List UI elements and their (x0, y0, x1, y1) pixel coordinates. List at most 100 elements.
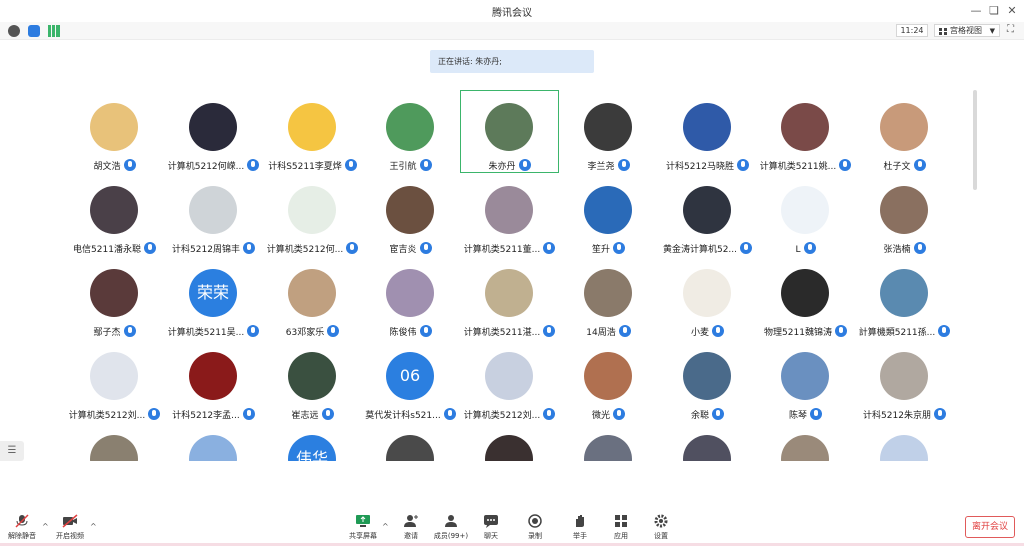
participant-tile[interactable]: 物理5211魏锦涛 (756, 256, 855, 339)
info-icon[interactable] (8, 25, 20, 37)
participant-tile[interactable]: 计算机类5212刘... (460, 339, 559, 422)
members-button[interactable]: 成员(99+) (431, 514, 471, 541)
participant-tile[interactable]: 计算机类5211董... (460, 173, 559, 256)
minimize-icon[interactable]: — (968, 3, 984, 19)
participant-avatar (781, 435, 829, 461)
participant-tile[interactable]: 陈俊伟 (361, 256, 460, 339)
chat-button[interactable]: 聊天 (471, 514, 511, 541)
participant-name: 陈琴 (788, 411, 807, 421)
participant-tile[interactable] (460, 422, 559, 461)
participant-tile[interactable]: 計算機類5211孫... (855, 256, 954, 339)
audio-options-chevron-icon[interactable]: ^ (42, 522, 49, 531)
restore-icon[interactable]: ❏ (986, 3, 1002, 19)
view-mode-select[interactable]: 宫格视图 ▼ (934, 24, 1000, 37)
participant-tile[interactable] (164, 422, 263, 461)
participant-tile[interactable]: 小麦 (658, 256, 757, 339)
participant-tile[interactable]: 计算机类5211湛... (460, 256, 559, 339)
invite-button[interactable]: 邀请 (391, 514, 431, 541)
grid-scrollbar[interactable] (973, 90, 977, 190)
record-button[interactable]: 录制 (515, 514, 555, 541)
apps-button[interactable]: 应用 (601, 514, 641, 541)
participant-tile[interactable]: 63邓家乐 (263, 256, 362, 339)
microphone-icon (344, 159, 357, 171)
speaking-indicator: 正在讲话: 朱亦丹; (430, 50, 594, 73)
fullscreen-icon[interactable]: ⛶ (1007, 24, 1019, 37)
participant-tile[interactable]: 黄金涛计算机52... (658, 173, 757, 256)
participant-tile[interactable]: 06 莫代发计科s521... (361, 339, 460, 422)
participant-tile[interactable] (559, 422, 658, 461)
participant-avatar (90, 103, 138, 151)
participant-tile[interactable]: 计科S5211李夏烨 (263, 90, 362, 173)
participant-tile[interactable]: 朱亦丹 (460, 90, 559, 173)
participant-tile[interactable]: 计算机5212何嵘... (164, 90, 263, 173)
participant-tile[interactable]: 电信5211潘永聪 (65, 173, 164, 256)
participant-tile[interactable]: 李兰尧 (559, 90, 658, 173)
participant-name: 王引航 (389, 162, 417, 172)
raise-hand-button[interactable]: 举手 (560, 514, 600, 541)
participant-tile[interactable]: 计算机类5211姚... (756, 90, 855, 173)
participant-tile[interactable]: 计科5212李孟... (164, 339, 263, 422)
microphone-icon (123, 325, 136, 337)
grid-view-icon (939, 28, 947, 35)
participant-avatar (189, 435, 237, 461)
participant-name: 电信5211潘永聪 (73, 245, 141, 255)
participant-tile[interactable]: 笙升 (559, 173, 658, 256)
participant-tile[interactable]: 张浩楠 (855, 173, 954, 256)
participant-name: 杜子文 (883, 162, 911, 172)
invite-user-icon (404, 515, 418, 527)
participant-name: 63邓家乐 (285, 328, 325, 338)
participant-tile[interactable]: 14周浩 (559, 256, 658, 339)
participant-tile[interactable]: 计科5212朱京朋 (855, 339, 954, 422)
close-icon[interactable]: ✕ (1004, 3, 1020, 19)
participant-tile[interactable]: 陈琴 (756, 339, 855, 422)
microphone-icon (740, 242, 753, 254)
network-signal-icon[interactable] (48, 25, 60, 37)
participant-name: 计算机5212何嵘... (167, 162, 245, 172)
security-shield-icon[interactable] (28, 25, 40, 37)
video-options-chevron-icon[interactable]: ^ (90, 522, 97, 531)
participant-tile[interactable]: 计算机类5212刘... (65, 339, 164, 422)
start-video-button[interactable]: 开启视频 (50, 514, 90, 541)
participant-tile[interactable]: 崔志远 (263, 339, 362, 422)
participant-tile[interactable] (65, 422, 164, 461)
participant-name: 莫代发计科s521... (365, 411, 441, 421)
participant-name-row: 微光 (559, 408, 658, 421)
participant-list-toggle[interactable]: ☰ (0, 441, 24, 461)
participant-name-row: 余聪 (658, 408, 757, 421)
participant-name-row: L (756, 242, 855, 255)
microphone-icon (712, 325, 724, 337)
settings-button[interactable]: 设置 (641, 514, 681, 541)
participant-tile[interactable]: 鄢子杰 (65, 256, 164, 339)
participant-name-row: 计算机类5211吴... (164, 325, 263, 338)
participant-tile[interactable]: 伟华 (263, 422, 362, 461)
participant-tile[interactable]: 微光 (559, 339, 658, 422)
participant-avatar (90, 435, 138, 461)
participant-tile[interactable]: 余聪 (658, 339, 757, 422)
participant-tile[interactable]: 王引航 (361, 90, 460, 173)
participant-tile[interactable] (361, 422, 460, 461)
participant-tile[interactable] (855, 422, 954, 461)
participant-tile[interactable]: L (756, 173, 855, 256)
participant-name: 小麦 (690, 328, 709, 338)
participant-tile[interactable]: 杜子文 (855, 90, 954, 173)
microphone-icon (938, 325, 951, 337)
microphone-icon (346, 242, 359, 254)
participant-tile[interactable]: 胡文浩 (65, 90, 164, 173)
participant-tile[interactable] (756, 422, 855, 461)
participant-tile[interactable]: 计科5212马晓胜 (658, 90, 757, 173)
participant-tile[interactable]: 宦吉炎 (361, 173, 460, 256)
leave-meeting-button[interactable]: 离开会议 (965, 516, 1015, 538)
unmute-button[interactable]: 解除静音 (2, 514, 42, 541)
participant-avatar (584, 352, 632, 400)
microphone-icon (803, 242, 816, 254)
participant-avatar (288, 352, 336, 400)
share-options-chevron-icon[interactable]: ^ (382, 522, 389, 531)
participant-name: 計算機類5211孫... (858, 328, 936, 338)
participant-avatar (880, 103, 928, 151)
participant-tile[interactable]: 荣荣 计算机类5211吴... (164, 256, 263, 339)
participant-tile[interactable] (658, 422, 757, 461)
share-screen-button[interactable]: 共享屏幕 (343, 514, 383, 541)
participant-name: 计科5212马晓胜 (666, 162, 734, 172)
participant-tile[interactable]: 计算机类5212何... (263, 173, 362, 256)
participant-tile[interactable]: 计科5212周锦丰 (164, 173, 263, 256)
